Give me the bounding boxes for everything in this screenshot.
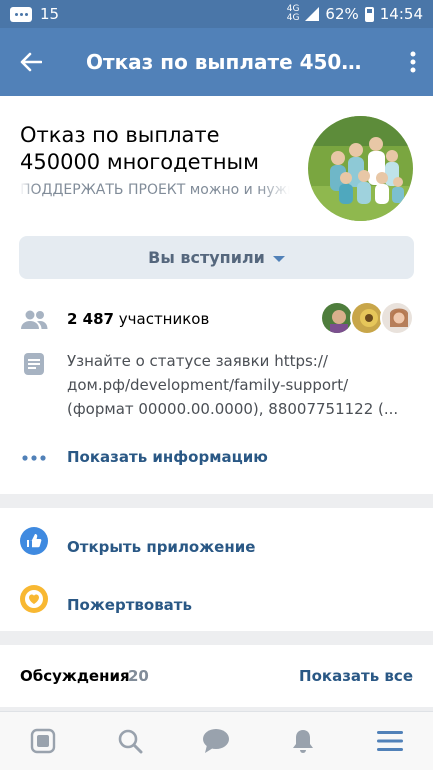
search-icon	[118, 729, 143, 754]
nav-search[interactable]	[87, 712, 174, 770]
show-all-link[interactable]: Показать все	[299, 667, 413, 685]
group-status[interactable]: ПОДДЕРЖАТЬ ПРОЕКТ можно и нужно в	[20, 182, 290, 198]
toolbar: Отказ по выплате 450000 многодетным	[0, 28, 433, 96]
open-app-label: Открыть приложение	[67, 538, 256, 556]
signal-icon	[305, 7, 320, 21]
show-info-link[interactable]: Показать информацию	[67, 448, 268, 466]
clock: 14:54	[379, 5, 423, 23]
nav-notifications[interactable]	[260, 712, 347, 770]
messages-icon	[203, 729, 230, 753]
donate-row[interactable]: Пожертвовать	[0, 571, 433, 627]
description-line: дом.рф/development/family-support/	[67, 376, 349, 394]
member-avatar	[350, 301, 384, 335]
nav-messages[interactable]	[173, 712, 260, 770]
bottom-navigation	[0, 711, 433, 770]
joined-dropdown-button[interactable]: Вы вступили	[19, 236, 414, 279]
back-button[interactable]	[0, 28, 62, 96]
family-photo	[308, 116, 413, 221]
heart-icon	[20, 585, 48, 613]
notifications-icon	[293, 730, 314, 753]
more-vertical-icon	[410, 51, 416, 73]
members-label: участников	[118, 310, 210, 328]
message-notification-icon	[10, 6, 32, 22]
status-bar: 15 4G 4G 62% 14:54	[0, 0, 433, 28]
member-avatar	[320, 301, 354, 335]
more-horizontal-icon	[20, 444, 48, 472]
discussions-count: 20	[128, 667, 149, 685]
open-app-row[interactable]: Открыть приложение	[0, 513, 433, 569]
battery-percent: 62%	[325, 5, 359, 23]
more-button[interactable]	[393, 28, 433, 96]
group-name: Отказ по выплате 450000 многодетным	[20, 123, 259, 174]
members-count: 2 487	[67, 310, 114, 328]
donate-label: Пожертвовать	[67, 596, 192, 614]
group-header-card: Отказ по выплате 450000 многодетным ПОДД…	[0, 96, 433, 494]
group-avatar[interactable]	[308, 116, 413, 221]
description-line: Узнайте о статусе заявки https://	[67, 352, 328, 370]
joined-label: Вы вступили	[148, 248, 265, 267]
network-indicator: 4G 4G	[286, 4, 300, 23]
actions-card: Открыть приложение Пожертвовать	[0, 508, 433, 631]
discussions-title: Обсуждения	[20, 667, 130, 685]
member-avatar	[380, 301, 414, 335]
battery-icon	[364, 6, 374, 22]
description-line: (формат 00000.00.0000), 88007751122 (...	[67, 400, 399, 418]
nav-menu[interactable]	[346, 712, 433, 770]
members-row[interactable]: 2 487 участников	[67, 310, 209, 328]
toolbar-title: Отказ по выплате 450000 многодетным	[86, 50, 393, 74]
members-icon	[20, 306, 48, 334]
thumbs-up-icon	[20, 527, 48, 555]
arrow-left-icon	[20, 52, 42, 72]
member-avatars[interactable]	[320, 301, 415, 335]
notification-count: 15	[40, 5, 60, 23]
group-description[interactable]: Узнайте о статусе заявки https:// дом.рф…	[67, 349, 402, 421]
menu-icon	[376, 731, 403, 751]
caret-down-icon	[272, 255, 285, 262]
discussions-card: Обсуждения 20 Показать все	[0, 645, 433, 707]
nav-news[interactable]	[0, 712, 87, 770]
description-icon	[20, 350, 48, 378]
news-icon	[31, 728, 56, 754]
